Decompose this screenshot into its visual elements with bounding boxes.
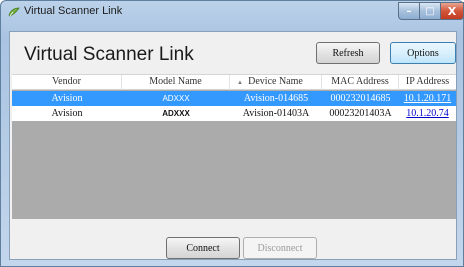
scanner-list[interactable]: Vendor Model Name ▲ Device Name MAC Addr…	[12, 74, 456, 219]
connect-button[interactable]: Connect	[166, 237, 240, 259]
cell-mac-address: 000232014685	[330, 93, 391, 104]
table-row[interactable]: Avision ADXXX Avision-014685 00023201468…	[12, 91, 456, 106]
table-row[interactable]: Avision ADXXX Avision-01403A 00023201403…	[12, 106, 456, 121]
minimize-icon: –	[406, 5, 412, 17]
cell-mac-address: 00023201403A	[329, 108, 392, 119]
ip-address-link[interactable]: 10.1.20.74	[399, 106, 456, 121]
maximize-button[interactable]: □	[419, 2, 441, 20]
close-icon: X	[447, 4, 457, 18]
cell-device-name: Avision-014685	[243, 93, 309, 104]
column-header-model-name[interactable]: Model Name	[122, 75, 230, 90]
ip-address-link[interactable]: 10.1.20.171	[399, 91, 456, 106]
cell-model-name: ADXXX	[162, 109, 190, 118]
cell-device-name: Avision-01403A	[242, 108, 310, 119]
column-header-device-name[interactable]: Device Name	[230, 75, 322, 90]
cell-model-name: ADXXX	[162, 94, 190, 103]
cell-vendor: Avision	[51, 108, 83, 119]
main-panel: Virtual Scanner Link Refresh Options Ven…	[9, 31, 457, 260]
column-header-mac-address[interactable]: MAC Address	[322, 75, 399, 90]
minimize-button[interactable]: –	[398, 2, 420, 20]
window-title: Virtual Scanner Link	[24, 5, 123, 17]
column-header-vendor[interactable]: Vendor	[12, 75, 122, 90]
column-header-ip-address[interactable]: IP Address	[399, 75, 456, 90]
maximize-icon: □	[425, 5, 435, 17]
page-title: Virtual Scanner Link	[24, 44, 194, 65]
close-button[interactable]: X	[440, 2, 464, 20]
list-header: Vendor Model Name ▲ Device Name MAC Addr…	[12, 75, 456, 90]
refresh-button[interactable]: Refresh	[316, 42, 380, 64]
cell-vendor: Avision	[51, 93, 83, 104]
options-button[interactable]: Options	[390, 42, 456, 64]
app-icon	[8, 7, 20, 17]
app-window: Virtual Scanner Link – □ X Virtual Scann…	[0, 0, 464, 267]
disconnect-button: Disconnect	[243, 237, 317, 259]
title-bar[interactable]: Virtual Scanner Link – □ X	[1, 1, 464, 23]
